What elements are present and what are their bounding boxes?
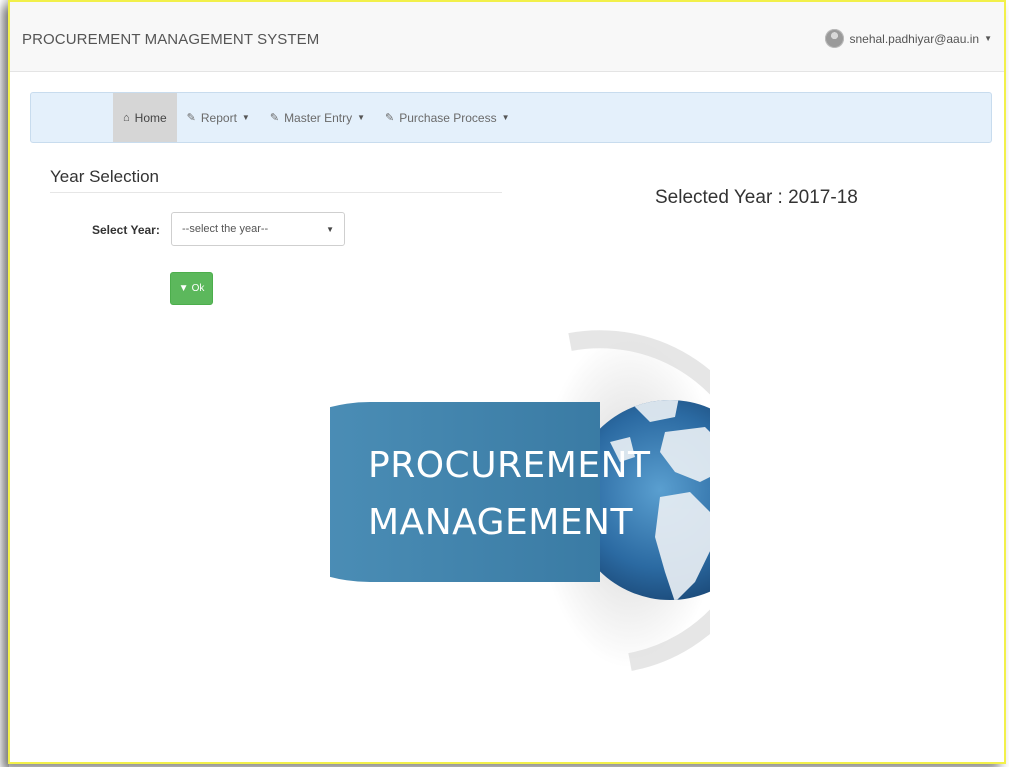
year-select-value: --select the year--	[182, 223, 269, 235]
edit-icon: ✎	[269, 112, 280, 124]
chevron-down-icon: ▼	[241, 113, 250, 122]
logo-line-1: PROCUREMENT	[368, 445, 651, 486]
user-email: snehal.padhiyar@aau.in	[849, 31, 980, 46]
nav-item-purchase-process[interactable]: ✎ Purchase Process ▼	[375, 93, 520, 142]
chevron-down-icon: ▼	[501, 113, 510, 122]
top-header: PROCUREMENT MANAGEMENT SYSTEM snehal.pad…	[10, 2, 1004, 72]
selected-year-text: Selected Year : 2017-18	[655, 187, 858, 208]
globe-logo-graphic: PROCUREMENT MANAGEMENT	[330, 330, 710, 671]
edit-icon: ✎	[186, 112, 196, 124]
nav-item-master-entry[interactable]: ✎ Master Entry ▼	[260, 93, 375, 142]
filter-icon: ▼	[178, 283, 189, 294]
browser-frame: PROCUREMENT MANAGEMENT SYSTEM snehal.pad…	[8, 0, 1006, 764]
logo-line-2: MANAGEMENT	[368, 502, 633, 543]
home-icon: ⌂	[123, 111, 130, 124]
procurement-logo: PROCUREMENT MANAGEMENT	[330, 322, 710, 672]
ok-button[interactable]: ▼ Ok	[170, 272, 213, 305]
chevron-down-icon: ▼	[326, 224, 334, 234]
ok-button-label: Ok	[191, 283, 205, 294]
user-avatar-icon	[825, 29, 845, 48]
nav-item-label: Master Entry	[284, 110, 353, 125]
year-selection-title: Year Selection	[50, 167, 160, 186]
nav-item-home[interactable]: ⌂ Home	[113, 93, 177, 142]
app-title[interactable]: PROCUREMENT MANAGEMENT SYSTEM	[22, 31, 319, 48]
year-select[interactable]: --select the year-- ▼	[171, 212, 345, 246]
edit-icon: ✎	[385, 112, 395, 124]
main-navbar: ⌂ Home ✎ Report ▼ ✎ Master Entry ▼ ✎ Pur…	[30, 92, 992, 143]
nav-item-label: Home	[134, 110, 167, 125]
nav-items: ⌂ Home ✎ Report ▼ ✎ Master Entry ▼ ✎ Pur…	[113, 93, 520, 142]
chevron-down-icon: ▼	[984, 34, 992, 43]
chevron-down-icon: ▼	[357, 113, 365, 122]
nav-item-label: Purchase Process	[399, 110, 497, 125]
nav-item-label: Report	[200, 110, 237, 125]
nav-item-report[interactable]: ✎ Report ▼	[177, 93, 260, 142]
select-year-label: Select Year:	[92, 223, 160, 237]
user-menu[interactable]: snehal.padhiyar@aau.in ▼	[825, 29, 992, 48]
title-divider	[50, 192, 502, 193]
